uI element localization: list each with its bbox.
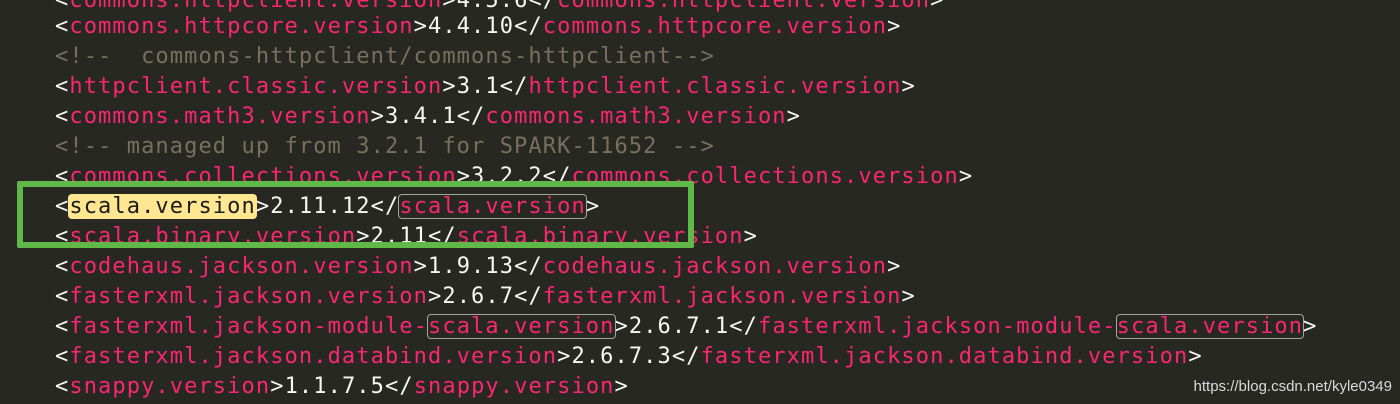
code-line: <httpclient.classic.version>3.1</httpcli… <box>55 74 916 99</box>
code-line: <fasterxml.jackson.databind.version>2.6.… <box>55 344 1203 369</box>
code-line: <commons.collections.version>3.2.2</comm… <box>55 164 974 189</box>
code-line: <codehaus.jackson.version>1.9.13</codeha… <box>55 254 902 279</box>
watermark: https://blog.csdn.net/kyle0349 <box>1193 378 1392 395</box>
search-match: scala.version <box>398 194 587 219</box>
comment-line: <!-- commons-httpclient/commons-httpclie… <box>55 44 715 69</box>
code-line: <commons.httpcore.version>4.4.10</common… <box>55 14 902 39</box>
comment-line: <!-- managed up from 3.2.1 for SPARK-116… <box>55 134 715 159</box>
code-editor[interactable]: <commons.httpclient.version>4.5.6</commo… <box>0 0 1400 404</box>
code-line: <fasterxml.jackson.version>2.6.7</faster… <box>55 284 916 309</box>
code-line: <snappy.version>1.1.7.5</snappy.version> <box>55 374 629 399</box>
current-search-match: scala.version <box>68 194 257 219</box>
search-match: scala.version <box>427 314 616 339</box>
code-line: <scala.binary.version>2.11</scala.binary… <box>55 224 758 249</box>
code-line: <commons.math3.version>3.4.1</commons.ma… <box>55 104 802 129</box>
code-line-scala-version: <scala.version>2.11.12</scala.version> <box>55 194 601 219</box>
search-match: scala.version <box>1115 314 1305 339</box>
code-line: <fasterxml.jackson-module-scala.version>… <box>55 314 1318 339</box>
